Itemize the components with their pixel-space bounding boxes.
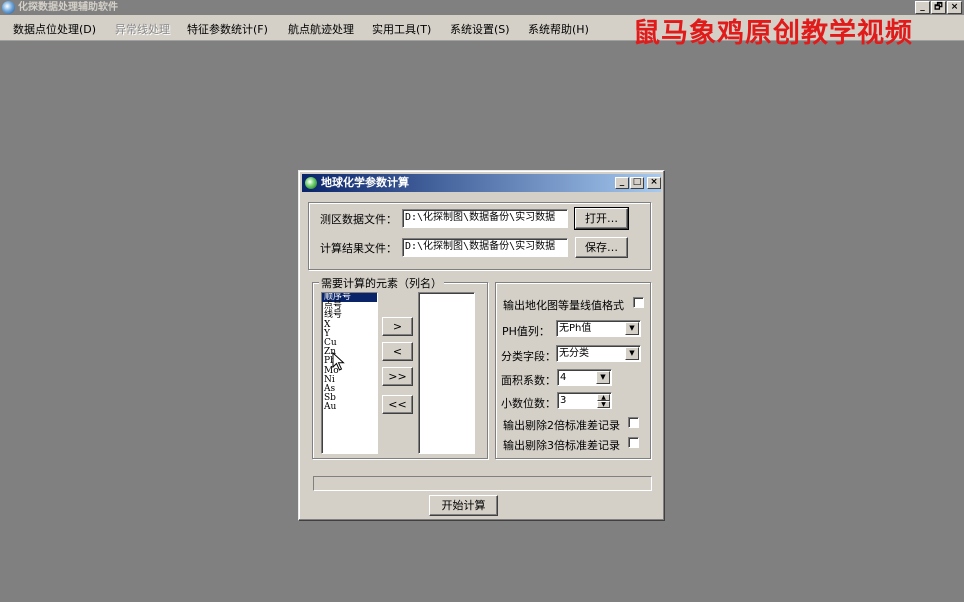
menu-waypoints[interactable]: 航点航迹处理 bbox=[288, 21, 354, 37]
chevron-down-icon[interactable]: ▼ bbox=[596, 371, 610, 384]
exclude-3sd-checkbox[interactable] bbox=[628, 437, 639, 448]
dialog-close-button[interactable]: × bbox=[647, 177, 661, 189]
globe-icon bbox=[2, 1, 15, 14]
spin-up-icon[interactable]: ▲ bbox=[597, 394, 610, 401]
decimal-places-label: 小数位数： bbox=[501, 397, 556, 410]
category-field-label: 分类字段： bbox=[501, 350, 556, 363]
ph-column-label: PH值列： bbox=[502, 325, 550, 338]
close-button[interactable]: × bbox=[947, 1, 962, 14]
category-field-select[interactable]: 无分类 ▼ bbox=[556, 345, 641, 362]
watermark-text: 鼠马象鸡原创教学视频 bbox=[633, 18, 913, 49]
contour-format-checkbox[interactable] bbox=[633, 297, 644, 308]
contour-format-label: 输出地化图等量线值格式 bbox=[503, 299, 624, 312]
open-button[interactable]: 打开… bbox=[574, 207, 629, 230]
app-title: 化探数据处理辅助软件 bbox=[18, 2, 118, 13]
area-factor-value: 4 bbox=[560, 372, 567, 383]
menu-settings[interactable]: 系统设置(S) bbox=[450, 21, 510, 37]
menu-feature-stats[interactable]: 特征参数统计(F) bbox=[187, 21, 268, 37]
survey-file-field[interactable]: D:\化探制图\数据备份\实习数据 bbox=[402, 209, 568, 228]
geochem-params-dialog: 地球化学参数计算 _ □ × 测区数据文件： D:\化探制图\数据备份\实习数据… bbox=[298, 170, 665, 521]
list-item[interactable]: X bbox=[322, 320, 377, 330]
menu-anomaly-lines[interactable]: 异常线处理 bbox=[115, 21, 170, 37]
ph-column-select[interactable]: 无Ph值 ▼ bbox=[556, 320, 641, 337]
minimize-button[interactable]: _ bbox=[915, 1, 930, 14]
list-item[interactable]: 线号 bbox=[322, 311, 377, 320]
exclude-2sd-label: 输出剔除2倍标准差记录 bbox=[503, 419, 620, 432]
area-factor-label: 面积系数： bbox=[501, 374, 556, 387]
dialog-title-bar: 地球化学参数计算 _ □ × bbox=[302, 174, 661, 192]
remove-column-button[interactable]: < bbox=[382, 342, 413, 361]
save-button[interactable]: 保存… bbox=[575, 237, 628, 258]
dialog-title: 地球化学参数计算 bbox=[321, 176, 409, 189]
result-file-label: 计算结果文件： bbox=[320, 242, 397, 255]
decimal-places-value: 3 bbox=[560, 395, 567, 406]
selected-columns-list[interactable] bbox=[418, 292, 475, 454]
exclude-2sd-checkbox[interactable] bbox=[628, 417, 639, 428]
restore-button[interactable]: 🗗 bbox=[931, 1, 946, 14]
result-file-field[interactable]: D:\化探制图\数据备份\实习数据 bbox=[402, 238, 568, 257]
ph-column-value: 无Ph值 bbox=[559, 323, 592, 334]
remove-all-columns-button[interactable]: << bbox=[382, 395, 413, 414]
decimal-places-spinner[interactable]: 3 ▲ ▼ bbox=[557, 392, 612, 409]
spin-down-icon[interactable]: ▼ bbox=[597, 401, 610, 408]
dialog-minimize-button[interactable]: _ bbox=[615, 177, 629, 189]
start-calc-button[interactable]: 开始计算 bbox=[429, 495, 498, 516]
category-field-value: 无分类 bbox=[559, 348, 589, 359]
survey-file-label: 测区数据文件： bbox=[320, 213, 397, 226]
list-item[interactable]: Au bbox=[322, 403, 377, 412]
dialog-maximize-button[interactable]: □ bbox=[630, 177, 644, 189]
elements-group-title: 需要计算的元素（列名） bbox=[319, 275, 444, 291]
mouse-pointer-icon bbox=[332, 352, 345, 371]
globe-icon bbox=[305, 177, 317, 189]
area-factor-select[interactable]: 4 ▼ bbox=[557, 369, 612, 386]
exclude-3sd-label: 输出剔除3倍标准差记录 bbox=[503, 439, 620, 452]
menu-help[interactable]: 系统帮助(H) bbox=[528, 21, 589, 37]
add-all-columns-button[interactable]: >> bbox=[382, 367, 413, 386]
app-title-bar: 化探数据处理辅助软件 _ 🗗 × bbox=[0, 0, 964, 15]
menu-data-points[interactable]: 数据点位处理(D) bbox=[13, 21, 96, 37]
chevron-down-icon[interactable]: ▼ bbox=[625, 347, 639, 360]
chevron-down-icon[interactable]: ▼ bbox=[625, 322, 639, 335]
source-columns-list[interactable]: 顺序号 点号 线号 X Y Cu Zn Pb Mo Ni As Sb Au bbox=[321, 292, 378, 454]
add-column-button[interactable]: > bbox=[382, 317, 413, 336]
progress-bar bbox=[313, 476, 652, 491]
menu-tools[interactable]: 实用工具(T) bbox=[372, 21, 431, 37]
